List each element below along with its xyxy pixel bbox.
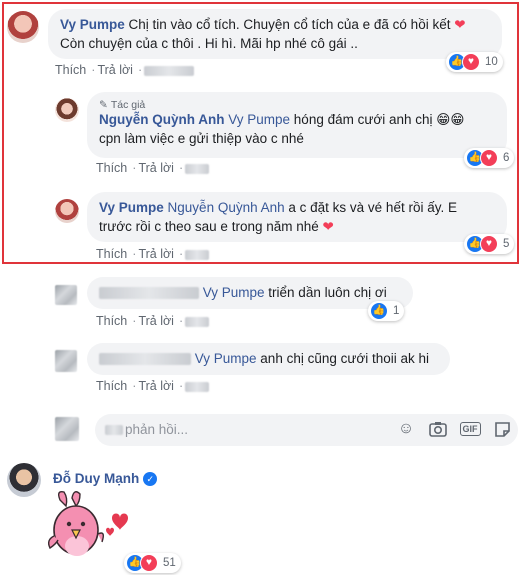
reply-text: triển dần luôn chị ơi bbox=[264, 285, 387, 300]
grin-emoji-icon: 😁😁 bbox=[436, 112, 465, 127]
reply-text-line2: trước rồi c theo sau e trong năm nhé bbox=[99, 219, 323, 234]
verified-badge-icon: ✓ bbox=[143, 472, 158, 487]
like-link[interactable]: Thích bbox=[96, 161, 127, 175]
reaction-badge[interactable]: 👍 ♥ 10 bbox=[446, 52, 503, 72]
like-link[interactable]: Thích bbox=[96, 247, 127, 261]
heart-emoji-icon: ❤ bbox=[322, 219, 334, 234]
reply-bubble: Vy Pumpe triển dần luôn chị ơi bbox=[87, 277, 413, 309]
reply-actions: Thích · Trả lời · bbox=[96, 247, 211, 261]
input-blur bbox=[105, 425, 123, 435]
avatar-blurred[interactable] bbox=[55, 285, 77, 305]
love-icon: ♥ bbox=[480, 235, 498, 253]
sticker-icon[interactable] bbox=[492, 419, 512, 439]
avatar-vy-pumpe[interactable] bbox=[55, 199, 79, 223]
reaction-badge[interactable]: 👍 ♥ 5 bbox=[464, 234, 515, 254]
avatar-vy-pumpe[interactable] bbox=[7, 11, 39, 43]
love-icon: ♥ bbox=[140, 554, 158, 572]
reaction-count: 10 bbox=[485, 56, 498, 68]
camera-icon[interactable] bbox=[428, 419, 448, 439]
comment-bubble: Vy Pumpe Chị tin vào cổ tích. Chuyện cổ … bbox=[48, 9, 502, 59]
reaction-count: 5 bbox=[503, 238, 510, 250]
comment-author[interactable]: Vy Pumpe bbox=[60, 17, 125, 32]
reply-text-line2: cpn làm việc e gửi thiệp vào c nhé bbox=[99, 131, 304, 146]
reply-link[interactable]: Trả lời bbox=[97, 63, 133, 77]
reaction-count: 51 bbox=[163, 557, 176, 569]
reply-actions: Thích · Trả lời · bbox=[96, 161, 211, 175]
reaction-badge[interactable]: 👍 ♥ 6 bbox=[464, 148, 515, 168]
reply-link[interactable]: Trả lời bbox=[138, 314, 174, 328]
timestamp-blurred bbox=[185, 316, 210, 327]
reply-link[interactable]: Trả lời bbox=[138, 247, 174, 261]
reply-placeholder: phản hồi... bbox=[125, 422, 189, 437]
reply-link[interactable]: Trả lời bbox=[138, 379, 174, 393]
timestamp-blurred bbox=[185, 163, 210, 174]
reply-text: anh chị cũng cưới thoii ak hi bbox=[256, 351, 430, 366]
reply-link[interactable]: Trả lời bbox=[138, 161, 174, 175]
reply-input[interactable]: phản hồi... ☺ GIF bbox=[95, 414, 518, 446]
avatar-do-duy-manh[interactable] bbox=[7, 463, 41, 497]
reply-bubble: Vy Pumpe Nguyễn Quỳnh Anh a c đặt ks và … bbox=[87, 192, 507, 242]
mention[interactable]: Vy Pumpe bbox=[228, 112, 290, 127]
reply-author[interactable]: Vy Pumpe bbox=[99, 200, 164, 215]
timestamp-blurred bbox=[144, 65, 195, 76]
timestamp-blurred bbox=[185, 381, 210, 392]
like-link[interactable]: Thích bbox=[55, 63, 86, 77]
heart-emoji-icon: ❤ bbox=[454, 17, 466, 32]
emoji-icon[interactable]: ☺ bbox=[396, 419, 416, 439]
comment-header: Đỗ Duy Mạnh ✓ bbox=[53, 471, 158, 487]
reply-text: hóng đám cưới anh chị bbox=[290, 112, 437, 127]
love-icon: ♥ bbox=[462, 53, 480, 71]
mention[interactable]: Nguyễn Quỳnh Anh bbox=[168, 200, 285, 215]
timestamp-blurred bbox=[185, 249, 210, 260]
reply-bubble: Vy Pumpe anh chị cũng cưới thoii ak hi bbox=[87, 343, 450, 375]
love-icon: ♥ bbox=[480, 149, 498, 167]
like-icon: 👍 bbox=[370, 302, 388, 320]
author-badge: ✎ Tác giả bbox=[99, 96, 145, 115]
mention[interactable]: Vy Pumpe bbox=[203, 285, 265, 300]
reaction-count: 1 bbox=[393, 305, 400, 317]
reply-bubble: ✎ Tác giả Nguyễn Quỳnh Anh Vy Pumpe hóng … bbox=[87, 92, 507, 158]
name-blurred bbox=[99, 353, 191, 366]
comment-text: Chị tin vào cổ tích. Chuyện cổ tích của … bbox=[124, 17, 455, 32]
comment-text-line2: Còn chuyện của c thôi . Hi hì. Mãi hp nh… bbox=[60, 36, 358, 51]
avatar-nguyen-quynh-anh[interactable] bbox=[55, 98, 79, 122]
gif-icon[interactable]: GIF bbox=[459, 419, 481, 439]
reaction-badge[interactable]: 👍 ♥ 51 bbox=[124, 553, 181, 573]
comment-actions: Thích · Trả lời · bbox=[55, 63, 196, 77]
like-link[interactable]: Thích bbox=[96, 314, 127, 328]
reply-text: a c đặt ks và vé hết rồi ấy. E bbox=[284, 200, 457, 215]
reply-actions: Thích · Trả lời · bbox=[96, 379, 211, 393]
reaction-badge[interactable]: 👍 1 bbox=[368, 301, 405, 321]
name-blurred bbox=[99, 287, 199, 300]
pencil-icon: ✎ bbox=[99, 99, 108, 111]
avatar-blurred[interactable] bbox=[55, 350, 77, 372]
like-link[interactable]: Thích bbox=[96, 379, 127, 393]
reply-actions: Thích · Trả lời · bbox=[96, 314, 211, 328]
reaction-count: 6 bbox=[503, 152, 510, 164]
avatar-blurred bbox=[55, 417, 79, 441]
mention[interactable]: Vy Pumpe bbox=[195, 351, 257, 366]
comment-author[interactable]: Đỗ Duy Mạnh bbox=[53, 471, 139, 486]
